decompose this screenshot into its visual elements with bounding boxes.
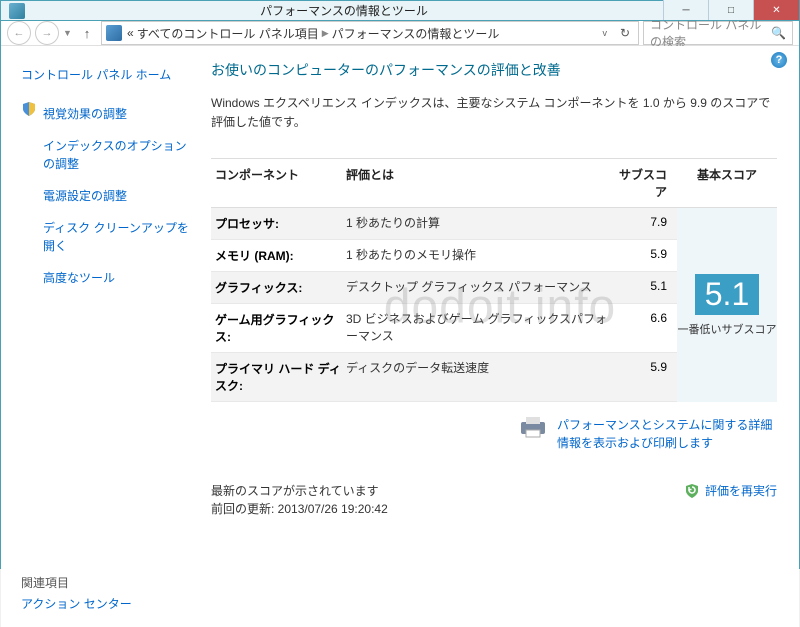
- page-title: お使いのコンピューターのパフォーマンスの評価と改善: [211, 60, 777, 80]
- help-icon[interactable]: ?: [771, 52, 787, 68]
- rerun-assessment-link[interactable]: 評価を再実行: [684, 482, 777, 499]
- control-panel-home-link[interactable]: コントロール パネル ホーム: [21, 62, 191, 88]
- refresh-button[interactable]: ↻: [616, 26, 634, 40]
- titlebar: パフォーマンスの情報とツール ─ □ ✕: [1, 1, 799, 21]
- score-row-3: ゲーム用グラフィックス:3D ビジネスおよびゲーム グラフィックスパフォーマンス…: [211, 304, 677, 353]
- row-subscore: 5.9: [617, 360, 677, 394]
- shield-icon: [21, 101, 37, 117]
- base-score-panel: 5.1 一番低いサブスコア: [677, 208, 777, 402]
- score-row-0: プロセッサ:1 秒あたりの計算7.9: [211, 208, 677, 240]
- update-info: 最新のスコアが示されています 前回の更新: 2013/07/26 19:20:4…: [211, 482, 388, 518]
- header-basescore: 基本スコア: [677, 166, 777, 200]
- row-subscore: 5.9: [617, 247, 677, 264]
- search-icon: 🔍: [771, 26, 786, 40]
- row-component: グラフィックス:: [211, 279, 346, 296]
- main-pane: ? お使いのコンピューターのパフォーマンスの評価と改善 Windows エクスペ…: [201, 46, 799, 627]
- sidebar: コントロール パネル ホーム 視覚効果の調整インデックスのオプションの調整電源設…: [1, 46, 201, 627]
- row-desc: 1 秒あたりのメモリ操作: [346, 247, 617, 264]
- row-component: メモリ (RAM):: [211, 247, 346, 264]
- row-desc: デスクトップ グラフィックス パフォーマンス: [346, 279, 617, 296]
- sidebar-task-3[interactable]: ディスク クリーンアップを開く: [43, 215, 191, 259]
- app-icon: [9, 3, 25, 19]
- action-center-link[interactable]: アクション センター: [21, 591, 191, 617]
- base-score-label: 一番低いサブスコア: [678, 321, 777, 337]
- row-subscore: 6.6: [617, 311, 677, 345]
- navbar: ← → ▼ ↑ « すべてのコントロール パネル項目 ▶ パフォーマンスの情報と…: [1, 21, 799, 46]
- search-input[interactable]: コントロール パネルの検索 🔍: [643, 21, 793, 45]
- print-details-link[interactable]: パフォーマンスとシステムに関する詳細情報を表示および印刷します: [557, 416, 777, 452]
- close-button[interactable]: ✕: [753, 0, 799, 20]
- up-button[interactable]: ↑: [77, 23, 97, 43]
- sidebar-task-0[interactable]: 視覚効果の調整: [43, 101, 127, 127]
- back-button[interactable]: ←: [7, 21, 31, 45]
- row-subscore: 7.9: [617, 215, 677, 232]
- history-dropdown[interactable]: ▼: [63, 28, 73, 38]
- related-items-label: 関連項目: [21, 574, 191, 591]
- row-desc: ディスクのデータ転送速度: [346, 360, 617, 394]
- base-score-value: 5.1: [695, 274, 759, 315]
- address-bar[interactable]: « すべてのコントロール パネル項目 ▶ パフォーマンスの情報とツール v ↻: [101, 21, 639, 45]
- score-row-4: プライマリ ハード ディスク:ディスクのデータ転送速度5.9: [211, 353, 677, 402]
- update-timestamp: 前回の更新: 2013/07/26 19:20:42: [211, 500, 388, 518]
- rerun-label: 評価を再実行: [705, 482, 777, 499]
- chevron-right-icon: ▶: [322, 28, 329, 39]
- crumb-prefix: «: [127, 26, 134, 40]
- printer-icon: [519, 416, 547, 438]
- row-desc: 3D ビジネスおよびゲーム グラフィックスパフォーマンス: [346, 311, 617, 345]
- search-placeholder: コントロール パネルの検索: [650, 16, 771, 50]
- maximize-button[interactable]: □: [708, 0, 753, 20]
- header-what: 評価とは: [346, 166, 617, 200]
- header-component: コンポーネント: [211, 166, 346, 200]
- minimize-button[interactable]: ─: [663, 0, 708, 20]
- location-icon: [106, 25, 122, 41]
- breadcrumb[interactable]: « すべてのコントロール パネル項目 ▶ パフォーマンスの情報とツール: [127, 25, 499, 42]
- row-component: プライマリ ハード ディスク:: [211, 360, 346, 394]
- crumb-2[interactable]: パフォーマンスの情報とツール: [332, 25, 500, 42]
- score-row-1: メモリ (RAM):1 秒あたりのメモリ操作5.9: [211, 240, 677, 272]
- sidebar-task-4[interactable]: 高度なツール: [43, 265, 115, 291]
- header-subscore: サブスコア: [617, 166, 677, 200]
- sidebar-task-1[interactable]: インデックスのオプションの調整: [43, 133, 191, 177]
- window-title: パフォーマンスの情報とツール: [25, 2, 663, 19]
- score-row-2: グラフィックス:デスクトップ グラフィックス パフォーマンス5.1: [211, 272, 677, 304]
- score-table: コンポーネント 評価とは サブスコア 基本スコア プロセッサ:1 秒あたりの計算…: [211, 158, 777, 402]
- sidebar-task-2[interactable]: 電源設定の調整: [43, 183, 127, 209]
- page-description: Windows エクスペリエンス インデックスは、主要なシステム コンポーネント…: [211, 94, 777, 132]
- crumb-1[interactable]: すべてのコントロール パネル項目: [137, 25, 319, 42]
- row-subscore: 5.1: [617, 279, 677, 296]
- row-component: ゲーム用グラフィックス:: [211, 311, 346, 345]
- forward-button[interactable]: →: [35, 21, 59, 45]
- address-dropdown[interactable]: v: [598, 28, 611, 38]
- row-component: プロセッサ:: [211, 215, 346, 232]
- shield-refresh-icon: [684, 483, 700, 499]
- update-status: 最新のスコアが示されています: [211, 482, 388, 500]
- row-desc: 1 秒あたりの計算: [346, 215, 617, 232]
